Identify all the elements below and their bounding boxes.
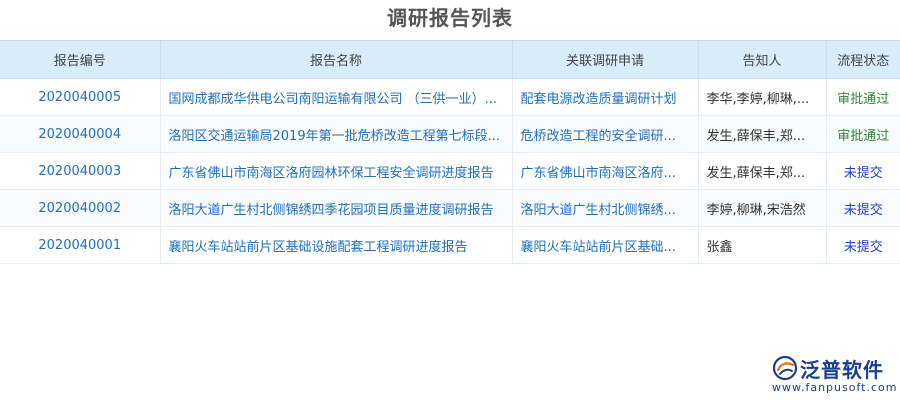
report-name-link[interactable]: 国网成都成华供电公司南阳运输有限公司 （三供一业）...	[169, 92, 498, 107]
cell-report-name: 广东省佛山市南海区洛府园林环保工程安全调研进度报告	[159, 152, 512, 190]
cell-report-no: 2020040005	[0, 78, 160, 116]
cell-report-no: 2020040001	[0, 226, 160, 264]
header-related-apply[interactable]: 关联调研申请	[511, 40, 698, 79]
brand-name: 泛普软件	[800, 358, 884, 382]
cell-report-name: 襄阳火车站站前片区基础设施配套工程调研进度报告	[159, 226, 512, 264]
cell-report-no: 2020040003	[0, 152, 160, 190]
cell-notify: 发生,薛保丰,郑...	[697, 115, 826, 153]
cell-notify: 张鑫	[697, 226, 826, 264]
header-status[interactable]: 流程状态	[825, 40, 900, 79]
header-notify[interactable]: 告知人	[697, 40, 826, 79]
cell-related-apply: 配套电源改造质量调研计划	[511, 78, 698, 116]
cell-report-name: 国网成都成华供电公司南阳运输有限公司 （三供一业）...	[159, 78, 512, 116]
cell-notify: 李华,李婷,柳琳,...	[697, 78, 826, 116]
fanpu-logo-icon	[772, 355, 798, 381]
report-list-page: 调研报告列表 报告编号 报告名称 关联调研申请 告知人 流程状态 2020040…	[0, 0, 900, 400]
report-name-link[interactable]: 洛阳区交通运输局2019年第一批危桥改造工程第七标段...	[169, 129, 500, 144]
table-row[interactable]: 2020040001 襄阳火车站站前片区基础设施配套工程调研进度报告 襄阳火车站…	[0, 226, 900, 264]
page-title: 调研报告列表	[387, 6, 513, 30]
report-name-link[interactable]: 襄阳火车站站前片区基础设施配套工程调研进度报告	[169, 240, 468, 255]
cell-report-name: 洛阳区交通运输局2019年第一批危桥改造工程第七标段...	[159, 115, 512, 153]
report-name-link[interactable]: 洛阳大道广生村北侧锦绣四季花园项目质量进度调研报告	[169, 203, 494, 218]
cell-notify: 发生,薛保丰,郑...	[697, 152, 826, 190]
cell-related-apply: 襄阳火车站站前片区基础...	[511, 226, 698, 264]
brand-url: www.fanpusoft.com	[772, 381, 898, 394]
cell-related-apply: 危桥改造工程的安全调研...	[511, 115, 698, 153]
status-badge: 未提交	[825, 226, 900, 264]
table-row[interactable]: 2020040005 国网成都成华供电公司南阳运输有限公司 （三供一业）... …	[0, 78, 900, 116]
table-header-row: 报告编号 报告名称 关联调研申请 告知人 流程状态	[0, 40, 900, 79]
status-badge: 审批通过	[825, 115, 900, 153]
table-row[interactable]: 2020040004 洛阳区交通运输局2019年第一批危桥改造工程第七标段...…	[0, 115, 900, 153]
report-no-link[interactable]: 2020040002	[38, 201, 121, 216]
report-name-link[interactable]: 广东省佛山市南海区洛府园林环保工程安全调研进度报告	[169, 166, 494, 181]
related-apply-link[interactable]: 危桥改造工程的安全调研...	[521, 129, 676, 144]
report-table: 报告编号 报告名称 关联调研申请 告知人 流程状态 2020040005 国网成…	[0, 40, 900, 264]
table-row[interactable]: 2020040002 洛阳大道广生村北侧锦绣四季花园项目质量进度调研报告 洛阳大…	[0, 189, 900, 227]
report-no-link[interactable]: 2020040001	[38, 238, 121, 253]
brand-watermark: 泛普软件 www.fanpusoft.com	[772, 353, 896, 397]
report-no-link[interactable]: 2020040004	[38, 127, 121, 142]
related-apply-link[interactable]: 广东省佛山市南海区洛府...	[521, 166, 676, 181]
status-badge: 审批通过	[825, 78, 900, 116]
cell-report-no: 2020040004	[0, 115, 160, 153]
status-badge: 未提交	[825, 189, 900, 227]
header-report-name[interactable]: 报告名称	[159, 40, 512, 79]
cell-notify: 李婷,柳琳,宋浩然	[697, 189, 826, 227]
cell-related-apply: 洛阳大道广生村北侧锦绣...	[511, 189, 698, 227]
report-no-link[interactable]: 2020040005	[38, 90, 121, 105]
cell-report-name: 洛阳大道广生村北侧锦绣四季花园项目质量进度调研报告	[159, 189, 512, 227]
table-row[interactable]: 2020040003 广东省佛山市南海区洛府园林环保工程安全调研进度报告 广东省…	[0, 152, 900, 190]
related-apply-link[interactable]: 配套电源改造质量调研计划	[521, 92, 677, 107]
report-no-link[interactable]: 2020040003	[38, 164, 121, 179]
related-apply-link[interactable]: 襄阳火车站站前片区基础...	[521, 240, 676, 255]
status-badge: 未提交	[825, 152, 900, 190]
cell-related-apply: 广东省佛山市南海区洛府...	[511, 152, 698, 190]
cell-report-no: 2020040002	[0, 189, 160, 227]
header-report-no[interactable]: 报告编号	[0, 40, 160, 79]
related-apply-link[interactable]: 洛阳大道广生村北侧锦绣...	[521, 203, 676, 218]
